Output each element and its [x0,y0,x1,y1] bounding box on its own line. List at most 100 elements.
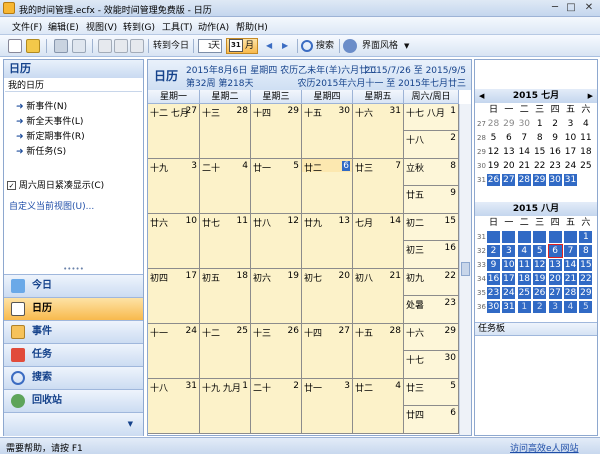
open-folder-icon[interactable] [26,39,40,53]
mini-day[interactable]: 29 [579,287,593,299]
mini-day[interactable]: 19 [533,273,547,285]
saturday-cell[interactable]: 初九 22 [404,269,459,296]
day-cell[interactable]: 七月 14 [353,214,404,269]
nav-today[interactable]: 今日 [4,274,143,297]
mini-day[interactable]: 22 [579,273,593,285]
mini-day[interactable]: 16 [549,146,562,158]
sunday-cell[interactable]: 初三 16 [404,241,459,269]
mini-day[interactable]: 11 [579,132,592,144]
vertical-scrollbar[interactable] [459,104,471,435]
day-cell[interactable]: 廿八 12 [251,214,302,269]
sunday-cell[interactable]: 廿五 9 [404,186,459,214]
day-cell[interactable]: 廿三 7 [353,159,404,214]
action-new-event[interactable]: ➜ 新事件(N) [16,99,67,112]
day-cell[interactable]: 十三 28 [200,104,251,159]
mini-day[interactable]: 4 [517,245,531,257]
mini-day[interactable]: 21 [564,273,577,285]
menu-goto[interactable]: 转到(G) [123,20,155,33]
mini-day[interactable] [517,231,531,243]
saturday-cell[interactable]: 初二 15 [404,214,459,241]
saturday-cell[interactable]: 十六 29 [404,324,459,351]
day-cell[interactable]: 十三 26 [251,324,302,379]
print-icon[interactable] [54,39,68,53]
day-cell[interactable]: 十四 29 [251,104,302,159]
mini-day[interactable] [487,231,500,243]
day-cell[interactable]: 十六 31 [353,104,404,159]
taskpad-header[interactable]: 任务板 [475,322,597,336]
mini-day[interactable]: 14 [518,146,531,158]
maximize-button[interactable]: □ [564,1,578,15]
mini-day[interactable]: 19 [487,160,500,172]
sunday-cell[interactable]: 十八 2 [404,131,459,159]
mini-day[interactable]: 31 [564,174,577,186]
compress-weekend-checkbox[interactable]: ✓ 周六周日紧凑显示(C) [7,178,104,191]
mini-day[interactable]: 10 [564,132,577,144]
next-arrow-icon[interactable]: ▶ [282,38,288,54]
mini-day[interactable]: 17 [564,146,577,158]
mini-day[interactable]: 26 [533,287,547,299]
mini-day[interactable]: 28 [564,287,577,299]
mini-day[interactable]: 9 [487,259,500,271]
day-cell[interactable]: 初五 18 [200,269,251,324]
mini-day[interactable]: 3 [564,118,577,130]
mini-day[interactable]: 5 [533,245,547,257]
mini-day[interactable] [548,231,562,243]
mini-day[interactable]: 17 [502,273,516,285]
menu-edit[interactable]: 编辑(E) [48,20,79,33]
mini-day[interactable]: 20 [502,160,515,172]
mini-day[interactable]: 30 [548,174,562,186]
mini-day[interactable]: 20 [548,273,562,285]
preview-icon[interactable] [72,39,86,53]
minimize-button[interactable]: ─ [548,1,562,15]
mini-day[interactable]: 27 [502,174,516,186]
day-cell[interactable]: 十五 28 [353,324,404,379]
mini-day[interactable]: 28 [487,118,500,130]
mini-day[interactable]: 13 [502,146,515,158]
cut-icon[interactable] [98,39,112,53]
mini-day[interactable]: 14 [564,259,577,271]
day-cell[interactable]: 廿七 11 [200,214,251,269]
mini-day[interactable]: 5 [487,132,500,144]
day-cell[interactable]: 二十 4 [200,159,251,214]
paste-icon[interactable] [130,39,144,53]
mini-day[interactable]: 10 [502,259,516,271]
day-cell[interactable]: 廿一 5 [251,159,302,214]
menu-view[interactable]: 视图(V) [86,20,117,33]
menu-help[interactable]: 帮助(H) [236,20,268,33]
day-cell[interactable]: 初七 20 [302,269,353,324]
nav-events[interactable]: 事件 [4,320,143,343]
mini-day[interactable]: 25 [517,287,531,299]
new-icon[interactable] [8,39,22,53]
close-button[interactable]: ✕ [582,1,596,15]
mini-day[interactable]: 1 [517,301,531,313]
mini-day[interactable]: 7 [564,245,577,257]
day-cell[interactable]: 二十 2 [251,379,302,434]
action-new-allday-event[interactable]: ➜ 新全天事件(L) [16,114,83,127]
day-cell[interactable]: 廿一 3 [302,379,353,434]
menu-file[interactable]: 文件(F) [12,20,42,33]
saturday-cell[interactable]: 廿三 5 [404,379,459,406]
day-cell[interactable]: 十四 27 [302,324,353,379]
mini-day[interactable]: 1 [579,231,593,243]
mini-day[interactable]: 18 [517,273,531,285]
menu-actions[interactable]: 动作(A) [198,20,229,33]
mini-day[interactable]: 11 [517,259,531,271]
mini-day[interactable]: 30 [518,118,531,130]
mini-day[interactable]: 27 [548,287,562,299]
theme-button[interactable]: 界面风格 [362,38,398,54]
mini-day[interactable]: 9 [549,132,562,144]
mini-day[interactable]: 6 [502,132,515,144]
mini-day[interactable]: 7 [518,132,531,144]
theme-dropdown-icon[interactable]: ▼ [404,38,409,54]
goto-today-button[interactable]: 转到今日 [153,38,189,54]
mini-day[interactable]: 21 [518,160,531,172]
mini-day[interactable]: 4 [579,118,592,130]
mini-next-icon[interactable]: ▶ [588,89,593,103]
search-icon[interactable] [301,40,313,52]
day-cell[interactable]: 十二 25 [200,324,251,379]
mini-day[interactable]: 24 [564,160,577,172]
prev-arrow-icon[interactable]: ◀ [266,38,272,54]
mini-day[interactable]: 3 [502,245,516,257]
mini-day[interactable]: 23 [487,287,500,299]
mini-day[interactable]: 6 [547,244,563,258]
